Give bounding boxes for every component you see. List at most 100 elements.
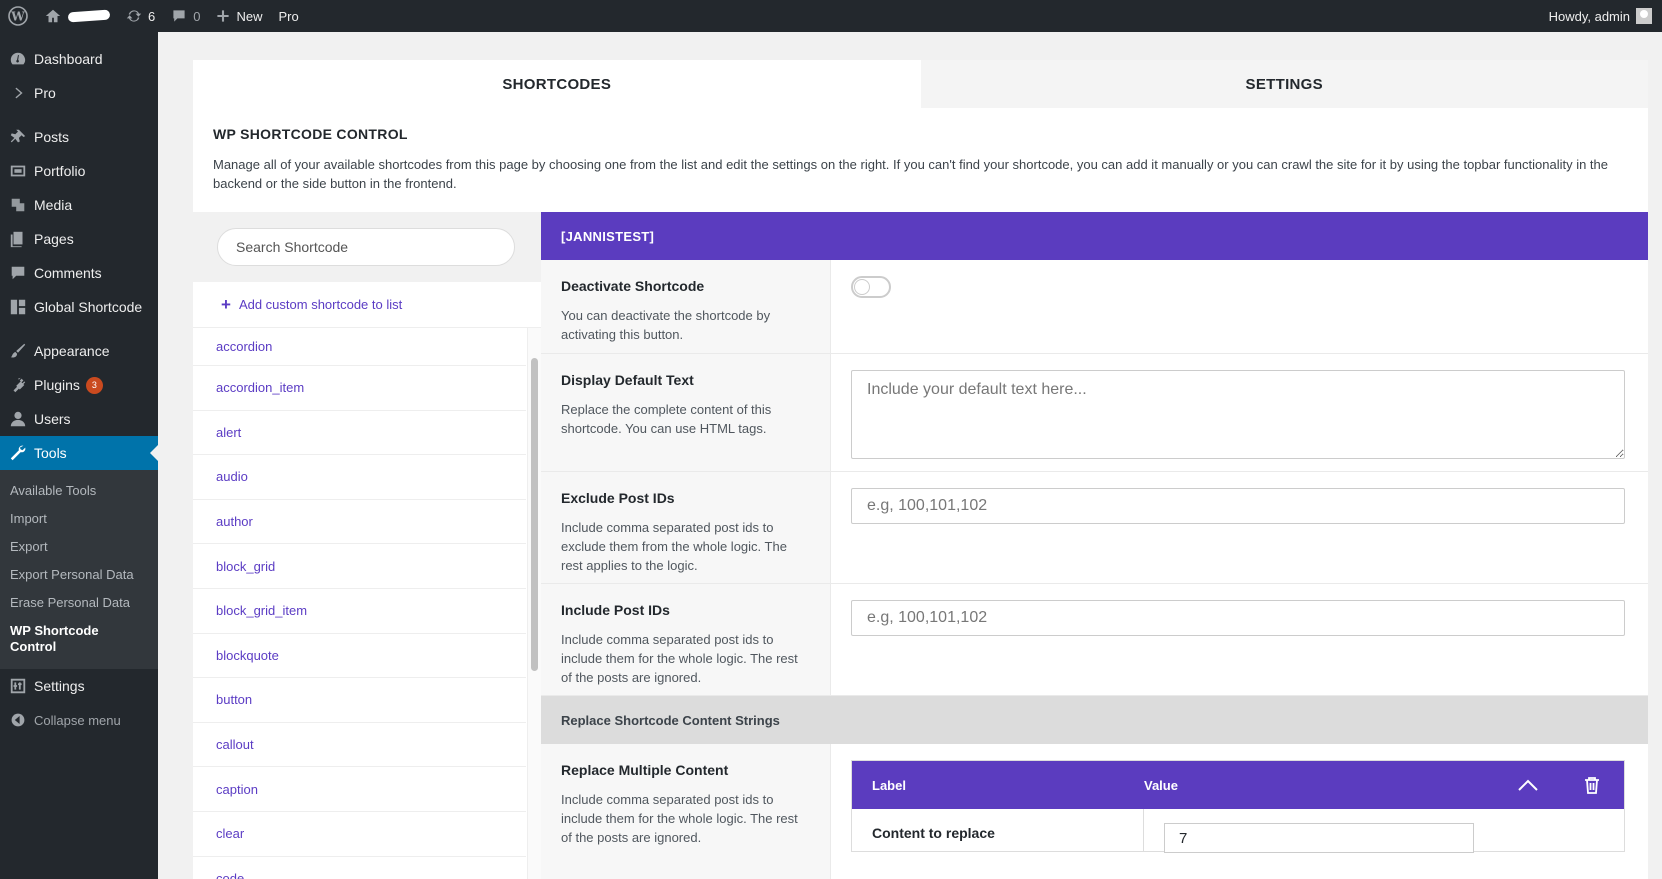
submenu-erase-personal-data[interactable]: Erase Personal Data: [0, 589, 158, 617]
new-label: New: [236, 8, 263, 24]
menu-plugins[interactable]: Plugins 3: [0, 368, 158, 402]
comments-count: 0: [193, 8, 201, 24]
menu-appearance[interactable]: Appearance: [0, 334, 158, 368]
comment-icon: [8, 263, 28, 283]
pro-link[interactable]: Pro: [270, 0, 306, 32]
replace-multiple-control-cell: Label Value Content to replace: [831, 744, 1648, 879]
default-text-control-cell: [831, 354, 1648, 471]
shortcode-list: accordion accordion_item alert audio aut…: [193, 328, 526, 879]
submenu-wp-shortcode-control[interactable]: WP Shortcode Control: [0, 617, 120, 661]
comments-link[interactable]: 0: [163, 0, 208, 32]
shortcode-list-item[interactable]: accordion_item: [193, 366, 526, 411]
shortcode-list-scrollbar[interactable]: [527, 328, 541, 879]
menu-dashboard[interactable]: Dashboard: [0, 42, 158, 76]
menu-label: Comments: [34, 265, 102, 281]
collapse-menu-button[interactable]: Collapse menu: [0, 703, 158, 737]
shortcode-list-item[interactable]: code: [193, 857, 526, 879]
search-shortcode-input[interactable]: [217, 228, 515, 266]
menu-label: Posts: [34, 129, 70, 145]
menu-label: Tools: [34, 445, 67, 461]
column-value-header: Value: [1144, 777, 1178, 793]
submenu-export[interactable]: Export: [0, 533, 158, 561]
shortcode-list-item[interactable]: block_grid: [193, 544, 526, 589]
shortcode-list-item[interactable]: author: [193, 500, 526, 545]
menu-label: Collapse menu: [34, 712, 121, 728]
menu-label: Global Shortcode: [34, 299, 143, 315]
shortcode-list-item[interactable]: callout: [193, 723, 526, 768]
chevron-right-icon: [8, 83, 28, 103]
menu-media[interactable]: Media: [0, 188, 158, 222]
menu-comments[interactable]: Comments: [0, 256, 158, 290]
shortcode-list-item[interactable]: block_grid_item: [193, 589, 526, 634]
brush-icon: [8, 341, 28, 361]
shortcode-list-item[interactable]: blockquote: [193, 634, 526, 679]
menu-users[interactable]: Users: [0, 402, 158, 436]
pro-label: Pro: [278, 8, 299, 24]
site-home-link[interactable]: [36, 0, 118, 32]
chevron-up-icon: [1518, 779, 1538, 791]
deactivate-control-cell: [831, 260, 1648, 353]
plus-icon: [217, 10, 230, 22]
updates-link[interactable]: 6: [118, 0, 163, 32]
settings-icon: [8, 676, 28, 696]
menu-pro[interactable]: Pro: [0, 76, 158, 110]
menu-tools[interactable]: Tools: [0, 436, 158, 470]
submenu-export-personal-data[interactable]: Export Personal Data: [0, 561, 158, 589]
shortcode-list-item[interactable]: alert: [193, 411, 526, 456]
media-icon: [8, 195, 28, 215]
scrollbar-thumb[interactable]: [531, 358, 538, 671]
exclude-post-ids-input[interactable]: [851, 488, 1625, 524]
include-ids-row: Include Post IDs Include comma separated…: [541, 584, 1648, 696]
replace-table-header: Label Value: [852, 761, 1624, 809]
submenu-import[interactable]: Import: [0, 505, 158, 533]
default-text-desc: Replace the complete content of this sho…: [561, 402, 772, 436]
add-custom-label: Add custom shortcode to list: [238, 297, 403, 312]
menu-settings[interactable]: Settings: [0, 669, 158, 703]
content-to-replace-label: Content to replace: [852, 809, 1144, 851]
intro-section: WP SHORTCODE CONTROL Manage all of your …: [193, 108, 1648, 211]
admin-sidebar: Dashboard Pro Posts Portfolio Media Page…: [0, 32, 158, 879]
menu-portfolio[interactable]: Portfolio: [0, 154, 158, 188]
replace-table-row: Content to replace: [852, 809, 1624, 853]
shortcode-list-item[interactable]: caption: [193, 767, 526, 812]
tab-shortcodes[interactable]: SHORTCODES: [193, 60, 921, 108]
deactivate-toggle[interactable]: [851, 276, 891, 298]
default-text-row: Display Default Text Replace the complet…: [541, 354, 1648, 472]
page-description: Manage all of your available shortcodes …: [213, 157, 1608, 191]
menu-global-shortcode[interactable]: Global Shortcode: [0, 290, 158, 324]
toggle-knob: [854, 279, 870, 295]
collapse-row-button[interactable]: [1496, 761, 1560, 809]
shortcode-settings-panel: [JANNISTEST] Deactivate Shortcode You ca…: [541, 212, 1648, 879]
submenu-available-tools[interactable]: Available Tools: [0, 477, 158, 505]
wordpress-logo-icon[interactable]: W: [0, 0, 36, 32]
pages-icon: [8, 229, 28, 249]
user-icon: [8, 409, 28, 429]
home-icon: [45, 9, 61, 23]
shortcode-list-item[interactable]: audio: [193, 455, 526, 500]
content-to-replace-input[interactable]: [1164, 823, 1474, 853]
replace-table: Label Value Content to replace: [851, 760, 1625, 853]
shortcode-list-item[interactable]: button: [193, 678, 526, 723]
include-ids-desc: Include comma separated post ids to incl…: [561, 632, 798, 685]
delete-row-button[interactable]: [1560, 761, 1624, 809]
default-text-textarea[interactable]: [851, 370, 1625, 459]
menu-label: Settings: [34, 678, 85, 694]
menu-pages[interactable]: Pages: [0, 222, 158, 256]
shortcode-list-item[interactable]: clear: [193, 812, 526, 857]
include-post-ids-input[interactable]: [851, 600, 1625, 636]
add-custom-shortcode-link[interactable]: + Add custom shortcode to list: [193, 282, 541, 328]
my-account[interactable]: Howdy, admin: [1549, 8, 1662, 24]
shortcode-list-item[interactable]: accordion: [193, 328, 526, 366]
exclude-ids-desc: Include comma separated post ids to excl…: [561, 520, 787, 573]
page-title: WP SHORTCODE CONTROL: [213, 126, 408, 142]
svg-text:W: W: [10, 10, 25, 24]
comment-icon: [173, 10, 185, 22]
menu-posts[interactable]: Posts: [0, 120, 158, 154]
tab-settings[interactable]: SETTINGS: [920, 60, 1648, 108]
avatar: [1636, 8, 1652, 24]
include-ids-control-cell: [831, 584, 1648, 695]
column-label-header: Label: [872, 777, 906, 793]
shortcode-control-panel: SHORTCODES SETTINGS WP SHORTCODE CONTROL…: [193, 60, 1648, 879]
new-content-link[interactable]: New: [208, 0, 270, 32]
replace-multiple-desc: Include comma separated post ids to incl…: [561, 792, 798, 845]
